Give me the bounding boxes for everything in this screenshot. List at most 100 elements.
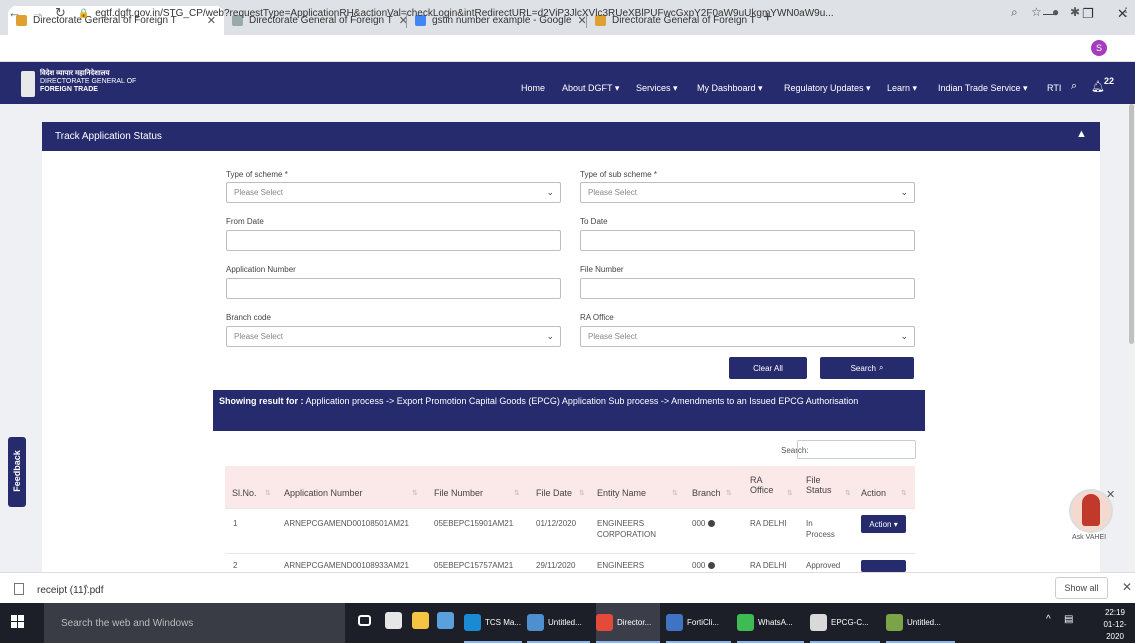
taskbar-app-label: Untitled... [548, 617, 582, 627]
from-date-input[interactable] [226, 230, 561, 251]
taskbar-clock[interactable]: 22:19 01-12-2020 [1095, 607, 1135, 643]
nav-indian-trade-service[interactable]: Indian Trade Service ▾ [938, 83, 1028, 94]
from-date-label: From Date [226, 217, 264, 226]
extensions-puzzle-icon[interactable]: ✱ [1070, 5, 1080, 19]
close-download-bar-icon[interactable]: ✕ [1122, 580, 1132, 594]
th-file-status[interactable]: File Status [806, 475, 832, 495]
extension-icon[interactable]: ● [1052, 5, 1059, 19]
collapse-chevron-icon[interactable]: ▲ [1076, 128, 1087, 140]
back-icon[interactable]: ← [8, 5, 21, 20]
maximize-icon[interactable]: ❐ [1082, 6, 1094, 22]
taskbar-search-box[interactable]: Search the web and Windows [44, 603, 345, 643]
file-number-input[interactable] [580, 278, 915, 299]
branch-code: 000 [692, 561, 706, 570]
nav-home[interactable]: Home [521, 83, 545, 93]
logo-line2: FOREIGN TRADE [40, 86, 98, 93]
notification-count: 22 [1104, 76, 1115, 86]
edge-icon [464, 613, 481, 631]
scrollbar-thumb[interactable] [1129, 104, 1134, 344]
info-icon[interactable] [708, 520, 716, 528]
taskbar-app-whatsapp[interactable]: WhatsA... [737, 603, 804, 643]
th-branch[interactable]: Branch [692, 488, 721, 498]
browser-menu-icon[interactable]: ⋮ [1120, 5, 1132, 19]
reload-icon[interactable]: ↻ [55, 5, 66, 21]
sort-icon[interactable]: ⇅ [579, 489, 585, 497]
download-filename[interactable]: receipt (11).pdf [37, 585, 104, 596]
type-of-scheme-select[interactable]: Please Select ⌄ [226, 182, 561, 203]
explorer-icon[interactable] [412, 612, 429, 629]
nav-about-dgft[interactable]: About DGFT ▾ [562, 83, 619, 94]
th-file-number[interactable]: File Number [434, 488, 483, 498]
taskbar-app-untitled-1[interactable]: Untitled... [527, 603, 590, 643]
sort-icon[interactable]: ⇅ [672, 489, 678, 497]
forticlient-icon [666, 613, 683, 631]
th-application-number[interactable]: Application Number [284, 488, 363, 498]
th-entity-name[interactable]: Entity Name [597, 488, 646, 498]
search-icon[interactable]: ⌕ [1071, 80, 1077, 93]
sort-icon[interactable]: ⇅ [845, 489, 851, 497]
sort-icon[interactable]: ⇅ [514, 489, 520, 497]
taskbar-app-tcs[interactable]: TCS Ma... [464, 603, 522, 643]
profile-avatar[interactable]: S [1091, 40, 1107, 56]
feedback-tab[interactable]: Feedback [8, 437, 26, 507]
info-icon[interactable] [708, 562, 716, 570]
sort-icon[interactable]: ⇅ [787, 489, 793, 497]
row-divider [225, 508, 915, 509]
table-search-input[interactable] [797, 440, 916, 459]
task-view-icon[interactable] [358, 615, 371, 626]
row1-action-button[interactable]: Action ▾ [861, 515, 906, 533]
bookmark-star-icon[interactable]: ☆ [1031, 5, 1042, 19]
download-options-chevron-icon[interactable]: ^ [84, 583, 88, 593]
windows-start-icon[interactable] [11, 615, 25, 629]
branch-code-select[interactable]: Please Select ⌄ [226, 326, 561, 347]
show-all-button[interactable]: Show all [1055, 577, 1108, 599]
row2-action-button[interactable] [861, 560, 906, 572]
type-of-sub-scheme-select[interactable]: Please Select ⌄ [580, 182, 915, 203]
zoom-icon[interactable]: ⌕ [1011, 5, 1018, 20]
dgft-logo[interactable]: विदेश व्यापार महानिदेशालय DIRECTORATE GE… [40, 70, 136, 94]
nav-regulatory-updates[interactable]: Regulatory Updates ▾ [784, 83, 871, 94]
sort-icon[interactable]: ⇅ [412, 489, 418, 497]
taskbar-app-forticlient[interactable]: FortiCli... [666, 603, 731, 643]
application-number-input[interactable] [226, 278, 561, 299]
entity-line1: ENGINEERS [597, 519, 645, 528]
result-text: Application process -> Export Promotion … [303, 396, 859, 406]
taskbar-app-untitled-2[interactable]: Untitled... [886, 603, 955, 643]
nav-rti[interactable]: RTI [1047, 83, 1061, 93]
row2-application-number: ARNEPCGAMEND00108933AM21 [284, 561, 409, 570]
select-value: Please Select [234, 188, 283, 197]
sort-icon[interactable]: ⇅ [265, 489, 271, 497]
taskbar-app-directorate[interactable]: Director... [596, 603, 660, 643]
to-date-input[interactable] [580, 230, 915, 251]
forward-icon[interactable]: → [31, 5, 44, 20]
close-chatbot-icon[interactable]: ✕ [1106, 488, 1115, 501]
action-center-icon[interactable]: ▤ [1064, 614, 1073, 625]
row1-file-number: 05EBEPC15901AM21 [434, 519, 514, 528]
sort-icon[interactable]: ⇅ [901, 489, 907, 497]
row2-file-number: 05EBEPC15757AM21 [434, 561, 514, 570]
taskbar-app-label: FortiCli... [687, 617, 719, 627]
ra-office-select[interactable]: Please Select ⌄ [580, 326, 915, 347]
clear-all-button[interactable]: Clear All [729, 357, 807, 379]
notification-bell-icon[interactable]: 🔔︎ [1091, 80, 1105, 93]
taskbar-app-epcg[interactable]: EPCG-C... [810, 603, 880, 643]
url-field[interactable]: 🔒 egtf.dgft.gov.in/STG_CP/web?requestTyp… [78, 4, 1008, 23]
entity-line2: CORPORATION [597, 530, 656, 539]
sort-icon[interactable]: ⇅ [726, 489, 732, 497]
th-action[interactable]: Action [861, 488, 886, 498]
th-slno[interactable]: Sl.No. [232, 488, 257, 498]
th-file-date[interactable]: File Date [536, 488, 572, 498]
ra-office-label: RA Office [580, 313, 614, 322]
nav-my-dashboard[interactable]: My Dashboard ▾ [697, 83, 763, 94]
nav-services[interactable]: Services ▾ [636, 83, 678, 94]
search-button[interactable]: Search ⌕ [820, 357, 914, 379]
th-ra-office[interactable]: RA Office [750, 475, 773, 495]
app-icon[interactable] [437, 612, 454, 629]
tray-expand-icon[interactable]: ^ [1046, 614, 1051, 625]
file-number-label: File Number [580, 265, 624, 274]
download-bar [0, 572, 1135, 603]
store-icon[interactable] [385, 612, 402, 629]
nav-learn[interactable]: Learn ▾ [887, 83, 917, 94]
row-divider [225, 553, 915, 554]
branch-code-label: Branch code [226, 313, 271, 322]
